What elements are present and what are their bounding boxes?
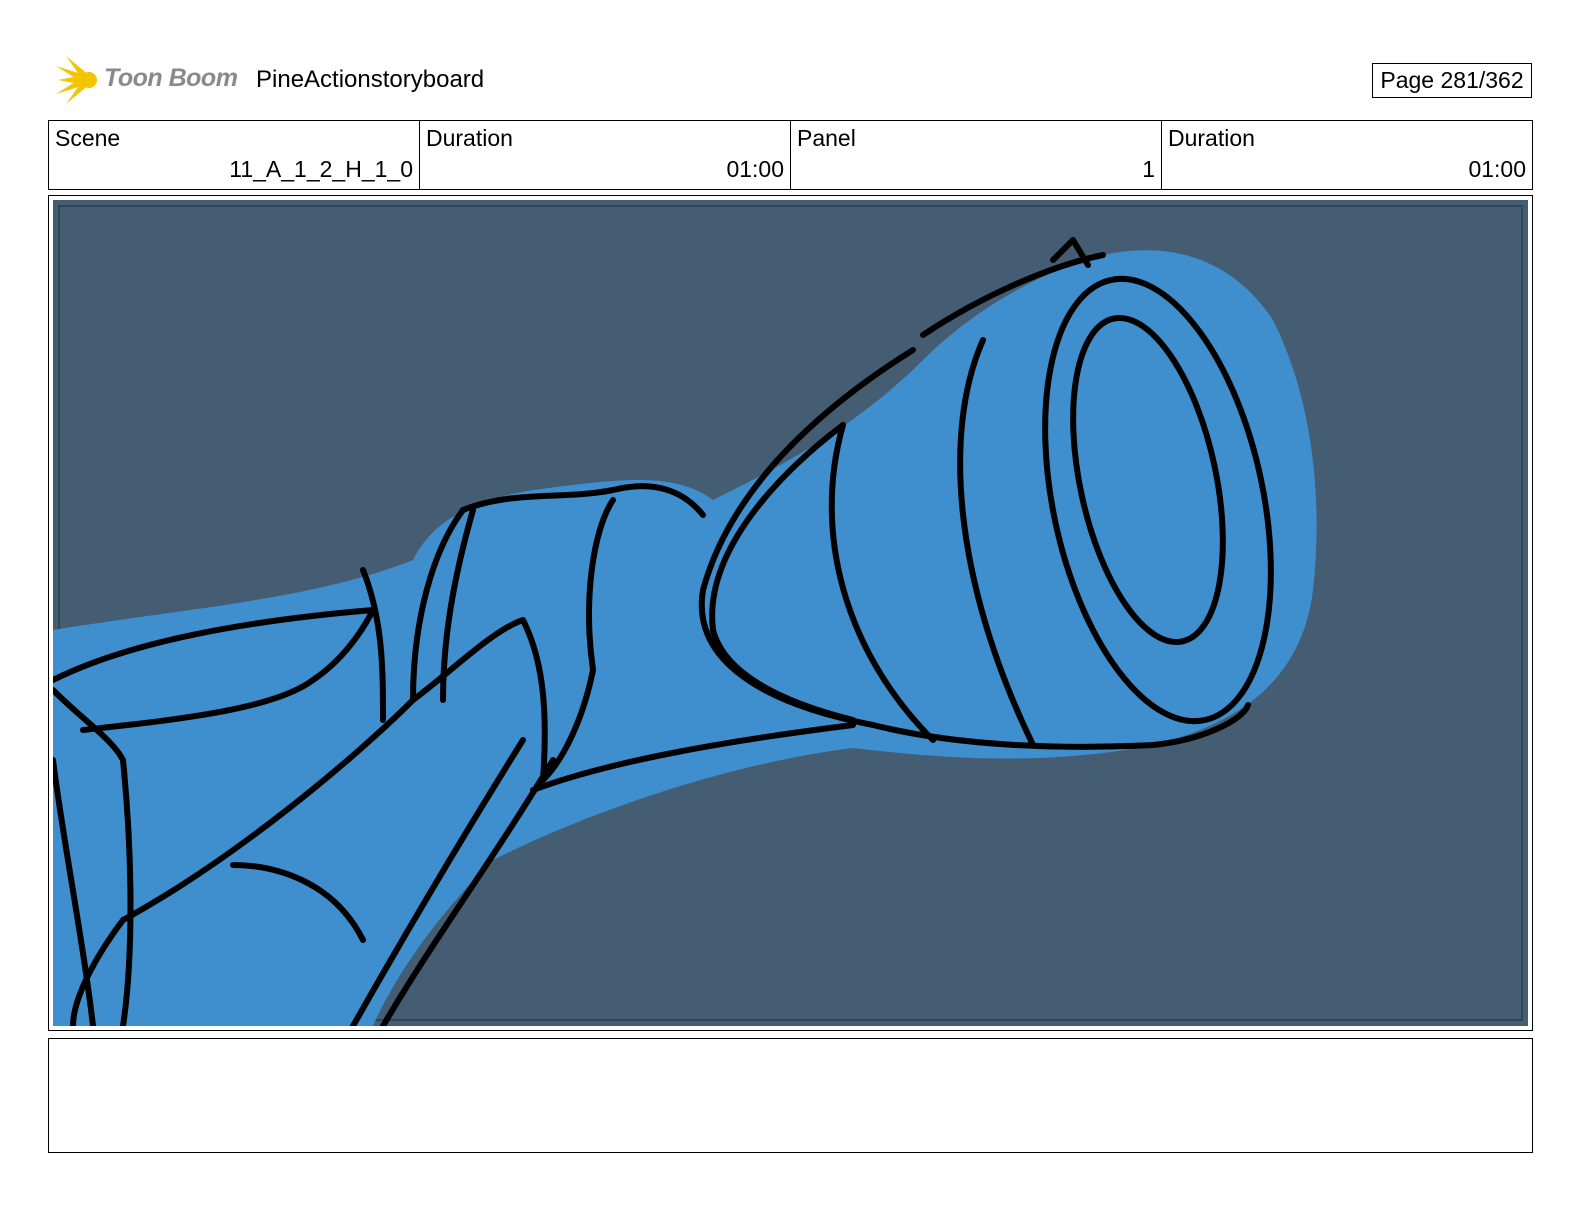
panel-label: Panel xyxy=(797,125,856,151)
logo-text: Toon Boom xyxy=(104,64,238,92)
scene-value: 11_A_1_2_H_1_0 xyxy=(229,156,413,182)
panel-duration-label: Duration xyxy=(1168,125,1255,151)
scene-label: Scene xyxy=(55,125,121,151)
panel-notes-box xyxy=(48,1038,1533,1153)
scene-info-table: Scene 11_A_1_2_H_1_0 Duration 01:00 Pane… xyxy=(48,120,1533,190)
panel-frame xyxy=(48,195,1533,1031)
panel-drawing xyxy=(53,200,1528,1026)
toon-boom-logo: Toon Boom xyxy=(50,52,240,108)
panel-duration-value: 01:00 xyxy=(1468,156,1526,182)
storyboard-sketch xyxy=(53,200,1528,1026)
panel-cell: Panel 1 xyxy=(791,121,1162,189)
panel-value: 1 xyxy=(1142,156,1155,182)
page-indicator: Page 281/362 xyxy=(1372,63,1532,98)
project-title: PineActionstoryboard xyxy=(256,66,485,93)
panel-duration-cell: Duration 01:00 xyxy=(1162,121,1532,189)
star-burst-icon xyxy=(56,56,97,104)
scene-cell: Scene 11_A_1_2_H_1_0 xyxy=(49,121,420,189)
scene-duration-cell: Duration 01:00 xyxy=(420,121,791,189)
scene-duration-value: 01:00 xyxy=(726,156,784,182)
scene-duration-label: Duration xyxy=(426,125,513,151)
